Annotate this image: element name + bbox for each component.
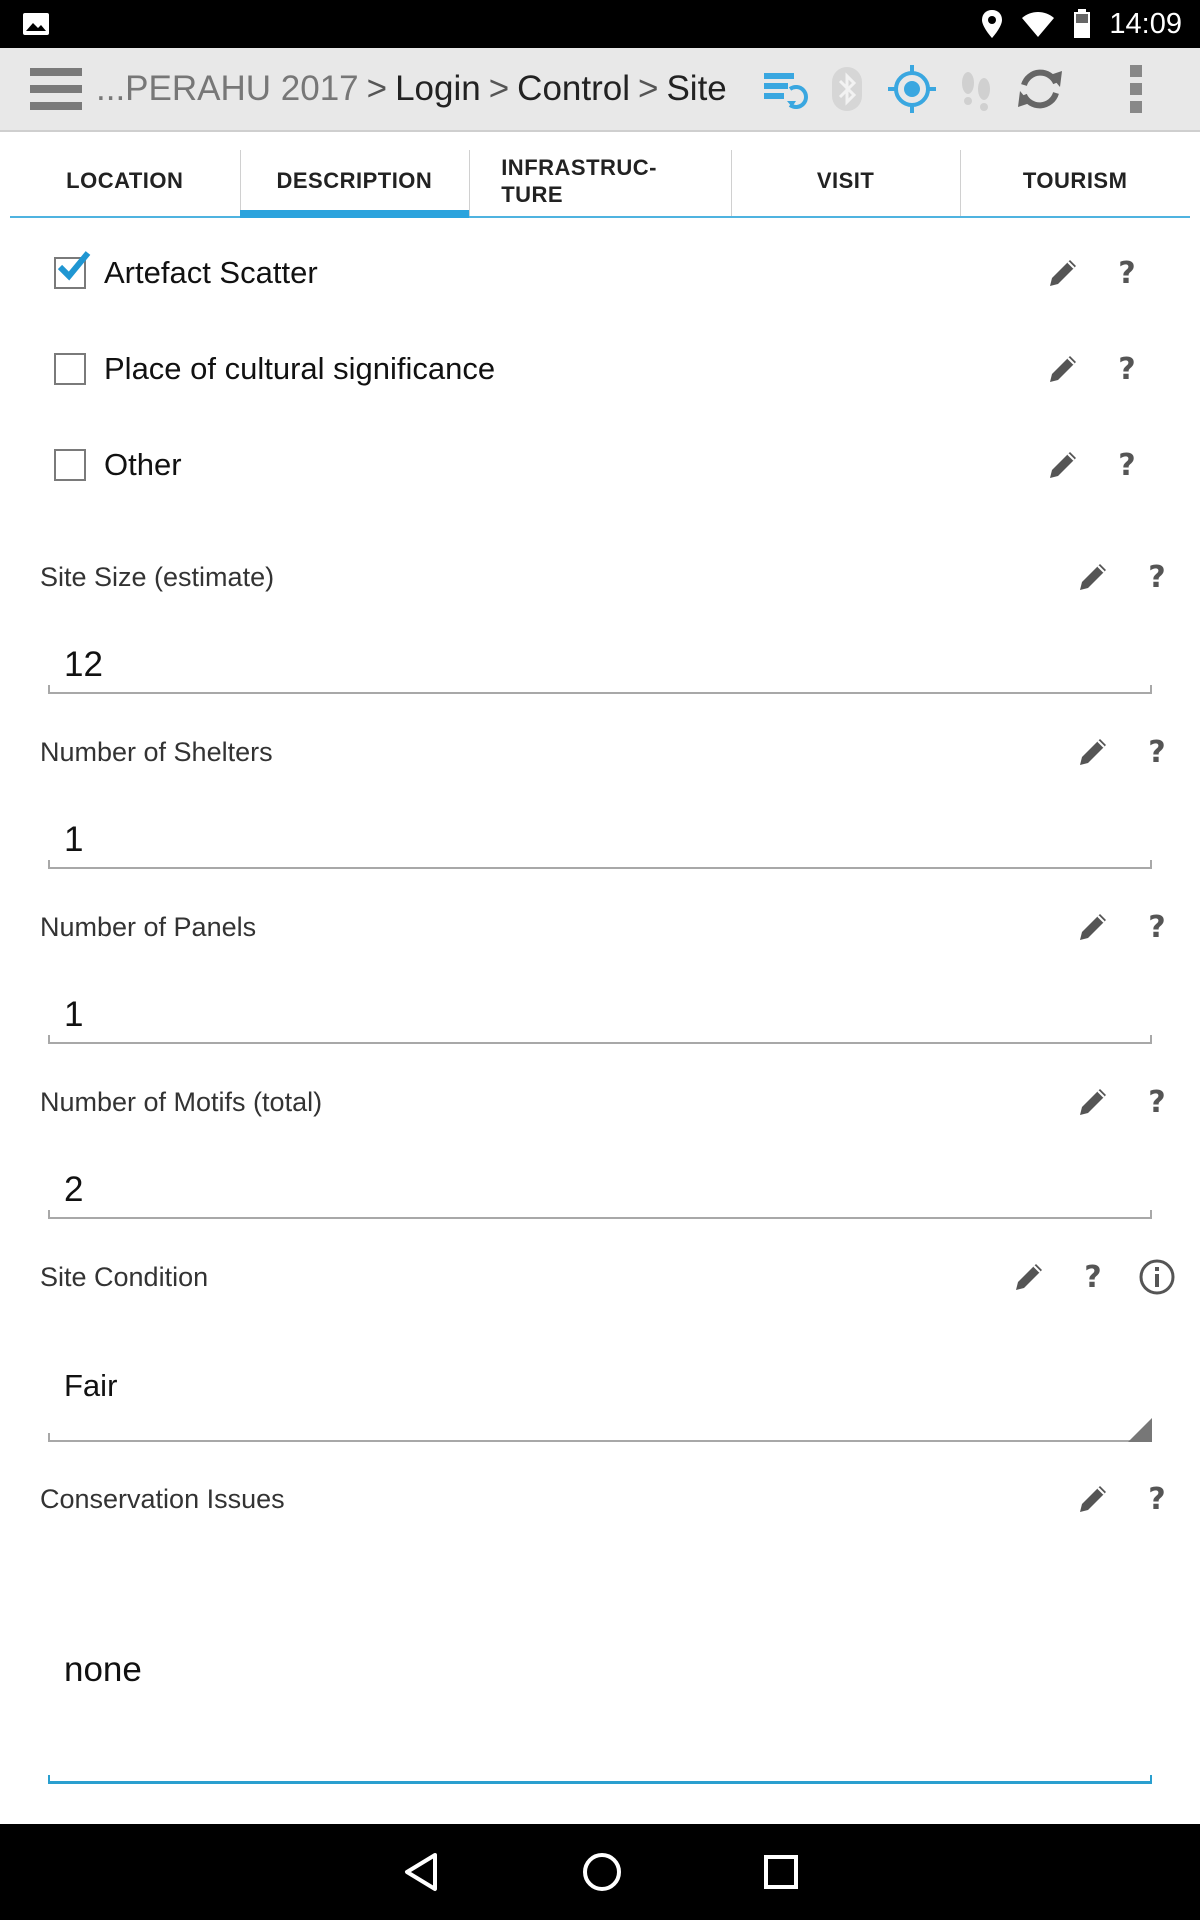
- checkbox-other[interactable]: Other ?: [40, 435, 1170, 495]
- home-icon[interactable]: [581, 1851, 623, 1893]
- breadcrumb-project[interactable]: ...PERAHU 2017: [96, 69, 359, 109]
- shelters-input[interactable]: 1: [64, 820, 83, 860]
- breadcrumb-separator: >: [366, 69, 388, 108]
- checkbox-place-of-cultural-significance[interactable]: Place of cultural significance ?: [40, 339, 1170, 399]
- checkbox-label: Other: [104, 447, 182, 482]
- help-icon[interactable]: ?: [1070, 1254, 1116, 1300]
- panels-input[interactable]: 1: [64, 995, 83, 1035]
- field-actions: ?: [1006, 1254, 1180, 1300]
- field-actions: ?: [1070, 1476, 1180, 1522]
- edit-icon[interactable]: [1070, 904, 1116, 950]
- edit-icon[interactable]: [1006, 1254, 1052, 1300]
- breadcrumb-separator: >: [488, 69, 510, 108]
- info-icon[interactable]: [1134, 1254, 1180, 1300]
- checkbox-label: Artefact Scatter: [104, 255, 318, 290]
- shelters-label: Number of Shelters: [40, 737, 273, 767]
- dropdown-arrow-icon[interactable]: [1128, 1418, 1152, 1442]
- site-condition-select[interactable]: Fair: [64, 1368, 117, 1404]
- motifs-label: Number of Motifs (total): [40, 1087, 323, 1117]
- edit-icon[interactable]: [1070, 1079, 1116, 1125]
- status-bar: 14:09: [0, 0, 1200, 48]
- location-status-icon: [982, 10, 1003, 38]
- back-icon[interactable]: [401, 1851, 441, 1893]
- motifs-underline: [48, 1210, 1152, 1219]
- gallery-notification-icon: [23, 13, 49, 35]
- footsteps-icon[interactable]: [948, 61, 1004, 117]
- tab-label: LOCATION: [66, 168, 184, 193]
- action-bar: ...PERAHU 2017 > Login > Control > Site: [0, 48, 1200, 132]
- conservation-issues-underline: [48, 1775, 1152, 1784]
- panels-underline: [48, 1035, 1152, 1044]
- sync-icon[interactable]: [756, 61, 812, 117]
- edit-icon[interactable]: [1070, 554, 1116, 600]
- checkmark-icon: [57, 251, 91, 281]
- overflow-icon[interactable]: [1108, 61, 1164, 117]
- field-actions: ?: [1070, 729, 1180, 775]
- tab-label: TOURISM: [1022, 168, 1128, 193]
- checkbox-label: Place of cultural significance: [104, 351, 496, 386]
- shelters-underline: [48, 860, 1152, 869]
- site-size-underline: [48, 685, 1152, 694]
- tab-bar: LOCATION DESCRIPTION INFRASTRUC- TURE VI…: [10, 146, 1190, 218]
- field-actions: ?: [1070, 1079, 1180, 1125]
- tab-infrastructure[interactable]: INFRASTRUC- TURE: [469, 146, 731, 216]
- status-time: 14:09: [1109, 7, 1182, 40]
- tab-location[interactable]: LOCATION: [10, 146, 240, 216]
- breadcrumb-site[interactable]: Site: [666, 69, 726, 109]
- breadcrumb: ...PERAHU 2017 > Login > Control > Site: [96, 48, 727, 130]
- help-icon[interactable]: ?: [1134, 729, 1180, 775]
- help-icon[interactable]: ?: [1134, 904, 1180, 950]
- panels-label: Number of Panels: [40, 912, 257, 942]
- site-size-label: Site Size (estimate): [40, 562, 275, 592]
- help-icon[interactable]: ?: [1134, 554, 1180, 600]
- help-icon[interactable]: ?: [1134, 1079, 1180, 1125]
- conservation-issues-label: Conservation Issues: [40, 1484, 285, 1514]
- tab-label-line: TURE: [501, 182, 564, 207]
- site-size-input[interactable]: 12: [64, 645, 103, 685]
- breadcrumb-control[interactable]: Control: [517, 69, 630, 109]
- help-icon[interactable]: ?: [1104, 442, 1150, 488]
- checkbox-unchecked[interactable]: [54, 353, 86, 385]
- tab-visit[interactable]: VISIT: [730, 146, 961, 216]
- menu-icon[interactable]: [30, 68, 82, 110]
- help-icon[interactable]: ?: [1104, 250, 1150, 296]
- gps-icon[interactable]: [884, 61, 940, 117]
- motifs-input[interactable]: 2: [64, 1170, 83, 1210]
- field-actions: ?: [1070, 904, 1180, 950]
- checkbox-checked[interactable]: [54, 251, 91, 289]
- help-icon[interactable]: ?: [1134, 1476, 1180, 1522]
- edit-icon[interactable]: [1040, 346, 1086, 392]
- field-actions: ?: [1070, 554, 1180, 600]
- tab-label: VISIT: [816, 168, 875, 193]
- breadcrumb-login[interactable]: Login: [395, 69, 481, 109]
- edit-icon[interactable]: [1040, 250, 1086, 296]
- checkbox-unchecked[interactable]: [54, 449, 86, 481]
- site-condition-label: Site Condition: [40, 1262, 209, 1292]
- edit-icon[interactable]: [1040, 442, 1086, 488]
- recents-icon[interactable]: [763, 1854, 799, 1890]
- conservation-issues-input[interactable]: none: [64, 1650, 142, 1690]
- breadcrumb-separator: >: [638, 69, 659, 108]
- tab-label: INFRASTRUC- TURE: [501, 154, 657, 208]
- wifi-status-icon: [1022, 12, 1055, 37]
- refresh-icon[interactable]: [1012, 61, 1068, 117]
- checkbox-artefact-scatter[interactable]: Artefact Scatter ?: [40, 243, 1170, 303]
- site-condition-underline: [48, 1433, 1152, 1442]
- edit-icon[interactable]: [1070, 729, 1116, 775]
- bluetooth-icon[interactable]: [820, 61, 876, 117]
- tab-tourism[interactable]: TOURISM: [960, 146, 1190, 216]
- tab-label: DESCRIPTION: [276, 168, 433, 193]
- help-icon[interactable]: ?: [1104, 346, 1150, 392]
- edit-icon[interactable]: [1070, 1476, 1116, 1522]
- system-nav-bar: [0, 1824, 1200, 1920]
- tab-description[interactable]: DESCRIPTION: [239, 146, 470, 218]
- tab-label-line: INFRASTRUC-: [501, 155, 658, 180]
- battery-status-icon: [1074, 9, 1091, 38]
